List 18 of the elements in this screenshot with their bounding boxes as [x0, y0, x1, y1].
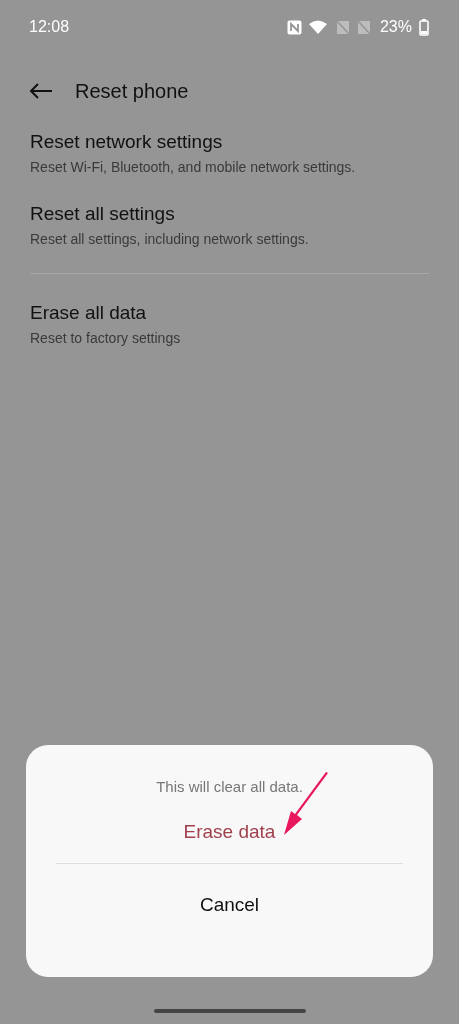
nfc-icon: [286, 19, 302, 35]
battery-icon: [419, 18, 429, 36]
dialog-message: This will clear all data.: [156, 778, 303, 795]
clock: 12:08: [29, 18, 70, 36]
page-title: Reset phone: [75, 79, 189, 103]
erase-data-button[interactable]: Erase data: [175, 817, 284, 847]
setting-title[interactable]: Reset network settings: [30, 131, 429, 153]
setting-title[interactable]: Reset all settings: [30, 203, 429, 225]
back-icon[interactable]: [29, 83, 53, 99]
no-sim-icon: [356, 19, 371, 35]
cancel-button[interactable]: Cancel: [191, 890, 268, 920]
setting-description: Reset to factory settings: [30, 330, 182, 346]
setting-description: Reset Wi-Fi, Bluetooth, and mobile network settings.: [30, 159, 357, 175]
no-sim-icon: [335, 19, 350, 35]
setting-title[interactable]: Erase all data: [30, 302, 429, 324]
battery-level: 23%: [379, 18, 412, 36]
setting-description: Reset all settings, including network settings.: [30, 231, 310, 247]
wifi-icon: [308, 19, 329, 35]
